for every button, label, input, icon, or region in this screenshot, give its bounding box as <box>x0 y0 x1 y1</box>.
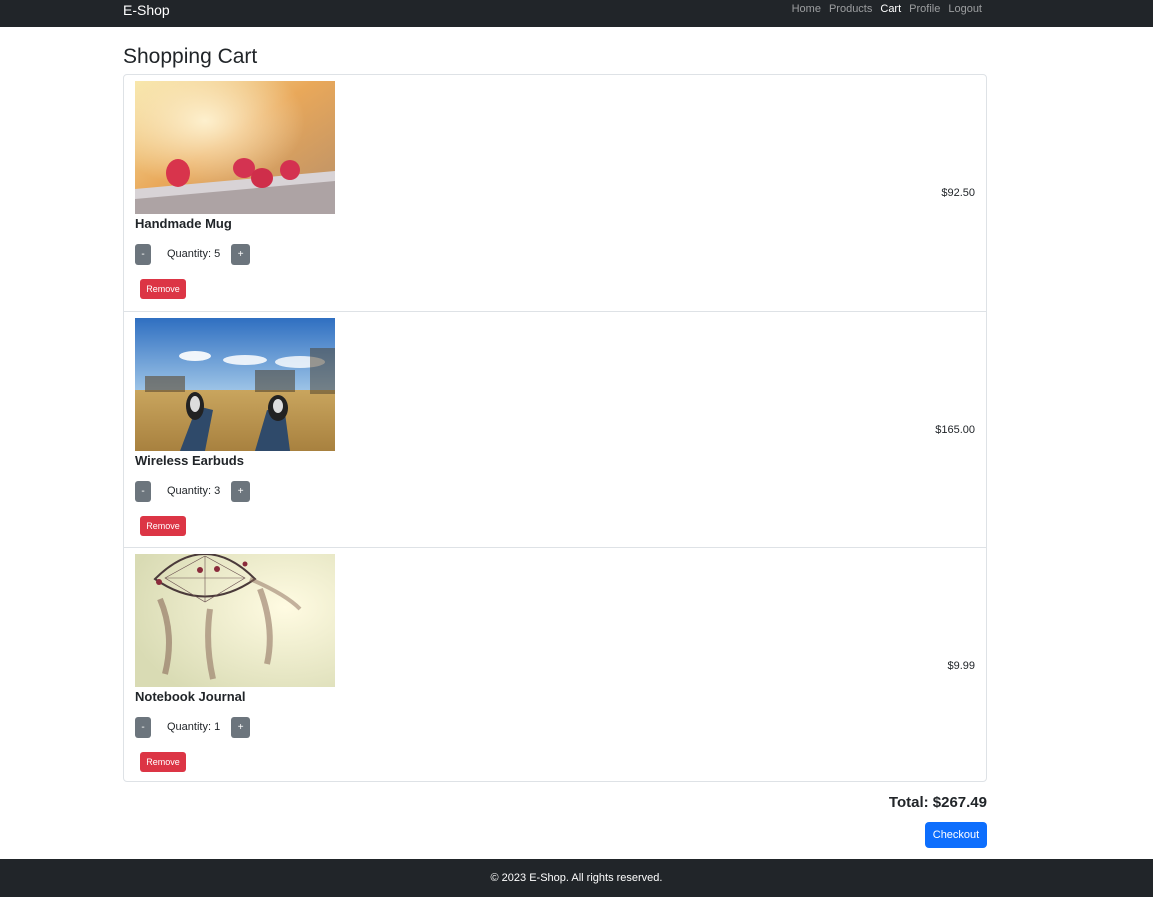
product-image <box>135 318 335 451</box>
product-name: Notebook Journal <box>135 689 246 704</box>
decrease-quantity-button[interactable]: - <box>135 244 151 265</box>
decrease-quantity-button[interactable]: - <box>135 481 151 502</box>
product-price: $9.99 <box>947 660 975 672</box>
nav-link-products[interactable]: Products <box>829 3 872 16</box>
increase-quantity-button[interactable]: + <box>231 717 251 738</box>
decrease-quantity-button[interactable]: - <box>135 717 151 738</box>
dreamcatcher-photo <box>135 554 335 687</box>
quantity-control: - Quantity: 1 + <box>135 717 251 738</box>
cart-total: Total: $267.49 <box>888 794 987 811</box>
page-title: Shopping Cart <box>123 45 258 68</box>
nav-link-cart[interactable]: Cart <box>880 3 901 16</box>
footer-text: © 2023 E-Shop. All rights reserved. <box>490 872 663 884</box>
nav-link-logout[interactable]: Logout <box>948 3 982 16</box>
remove-button[interactable]: Remove <box>140 752 186 772</box>
product-price: $92.50 <box>941 187 975 199</box>
cart-item: Handmade Mug - Quantity: 5 + Remove $92.… <box>124 75 986 311</box>
quantity-control: - Quantity: 5 + <box>135 244 251 265</box>
quantity-label: Quantity: 1 <box>167 721 221 733</box>
cart-list: Handmade Mug - Quantity: 5 + Remove $92.… <box>123 74 987 782</box>
product-name: Handmade Mug <box>135 216 232 231</box>
product-price: $165.00 <box>935 424 975 436</box>
increase-quantity-button[interactable]: + <box>231 244 251 265</box>
brand-link[interactable]: E-Shop <box>123 1 170 19</box>
cart-item: Notebook Journal - Quantity: 1 + Remove … <box>124 547 986 783</box>
nav-links: Home Products Cart Profile Logout <box>784 3 982 16</box>
increase-quantity-button[interactable]: + <box>231 481 251 502</box>
navbar: E-Shop Home Products Cart Profile Logout <box>0 0 1153 27</box>
field-sneakers-photo <box>135 318 335 451</box>
cart-item: Wireless Earbuds - Quantity: 3 + Remove … <box>124 311 986 547</box>
remove-button[interactable]: Remove <box>140 516 186 536</box>
product-image <box>135 554 335 687</box>
product-name: Wireless Earbuds <box>135 453 244 468</box>
product-image <box>135 81 335 214</box>
raspberries-photo <box>135 81 335 214</box>
quantity-label: Quantity: 3 <box>167 485 221 497</box>
checkout-button[interactable]: Checkout <box>925 822 987 848</box>
quantity-label: Quantity: 5 <box>167 248 221 260</box>
quantity-control: - Quantity: 3 + <box>135 481 251 502</box>
nav-link-home[interactable]: Home <box>792 3 821 16</box>
footer: © 2023 E-Shop. All rights reserved. <box>0 859 1153 897</box>
remove-button[interactable]: Remove <box>140 279 186 299</box>
nav-link-profile[interactable]: Profile <box>909 3 940 16</box>
